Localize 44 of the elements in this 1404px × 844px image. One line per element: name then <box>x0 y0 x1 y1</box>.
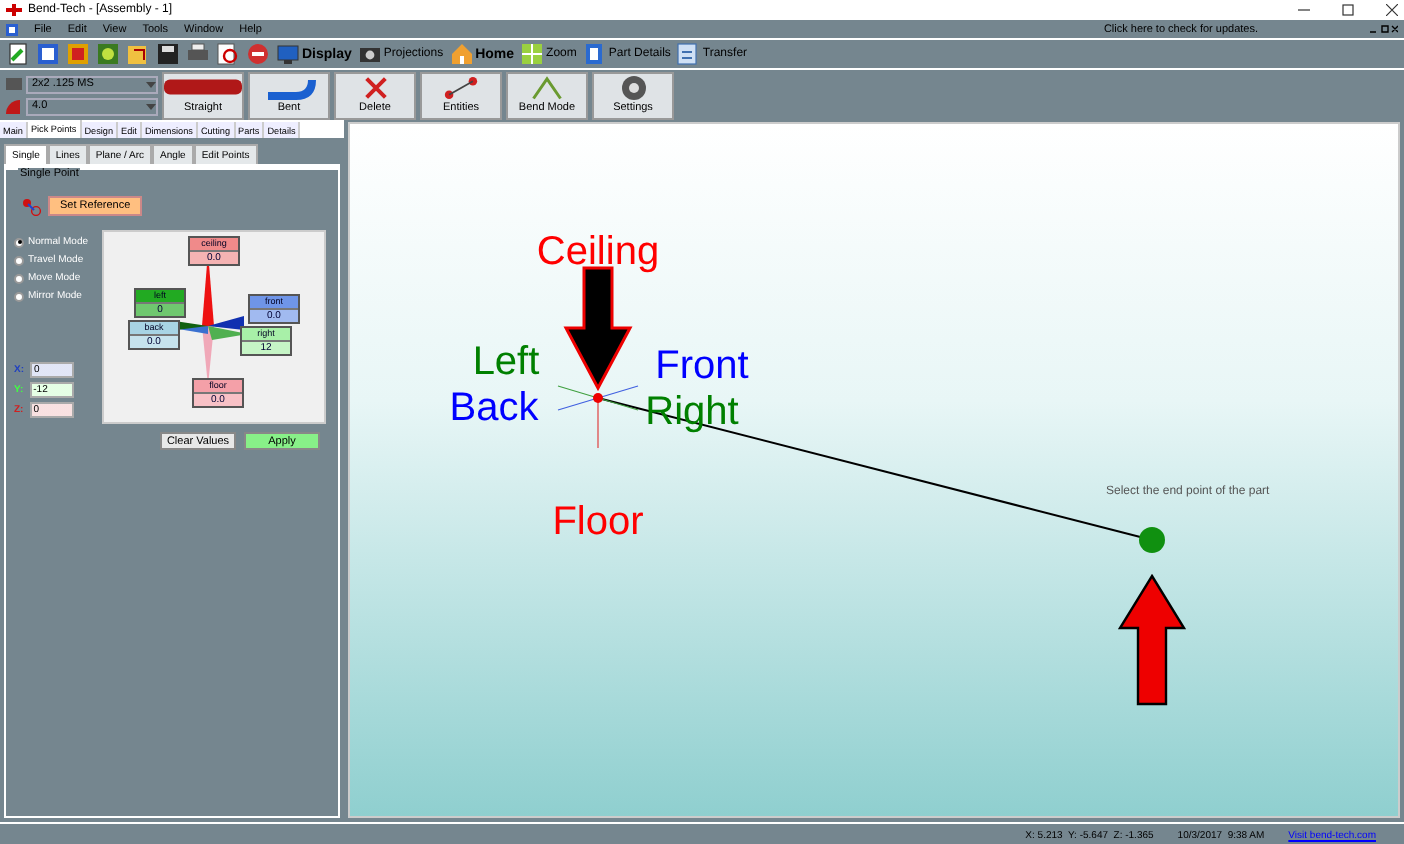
home-icon[interactable] <box>449 42 474 66</box>
radius-icon <box>4 98 22 114</box>
straight-tube-icon <box>164 76 242 99</box>
radio-button[interactable] <box>14 255 24 265</box>
square-tool-icon[interactable] <box>66 42 90 66</box>
transfer-icon[interactable] <box>676 42 701 66</box>
bent-tube-icon <box>263 76 315 100</box>
radio-button[interactable] <box>14 237 24 247</box>
document-icon[interactable] <box>582 42 607 66</box>
radio-button[interactable] <box>14 291 24 301</box>
zoom-icon[interactable] <box>520 42 545 66</box>
window-icon[interactable] <box>36 42 60 66</box>
direction-label: Back <box>449 386 539 430</box>
direction-label: Front <box>655 344 749 388</box>
start-point <box>593 393 603 403</box>
stop-icon[interactable] <box>246 42 270 66</box>
axis-lines <box>557 385 639 449</box>
monitor-icon[interactable] <box>276 42 300 66</box>
new-file-icon[interactable] <box>6 42 30 66</box>
minimize-icon <box>1298 4 1310 16</box>
settings-icon <box>621 76 645 100</box>
direction-label: Floor <box>552 500 644 544</box>
close-icon <box>1386 4 1398 16</box>
app-logo-icon <box>6 4 22 16</box>
up-arrow-icon <box>1117 573 1187 706</box>
compass-icon <box>530 76 564 100</box>
maximize-icon <box>1342 4 1354 16</box>
radio-button[interactable] <box>14 273 24 283</box>
window-controls-icon <box>1370 24 1398 34</box>
export-icon[interactable] <box>126 42 150 66</box>
print-icon[interactable] <box>186 42 210 66</box>
save-icon[interactable] <box>156 42 180 66</box>
dropdown-arrow-icon <box>146 103 156 109</box>
camera-icon[interactable] <box>357 42 382 66</box>
direction-label: Ceiling <box>536 230 660 274</box>
delete-icon <box>363 76 387 100</box>
direction-label: Right <box>645 390 739 434</box>
reference-point-icon <box>22 197 42 215</box>
points-icon <box>444 76 478 100</box>
tube-icon <box>4 76 22 92</box>
direction-label: Left <box>472 340 540 384</box>
print-preview-icon[interactable] <box>216 42 240 66</box>
end-point[interactable] <box>1139 527 1165 553</box>
dropdown-arrow-icon <box>146 81 156 87</box>
